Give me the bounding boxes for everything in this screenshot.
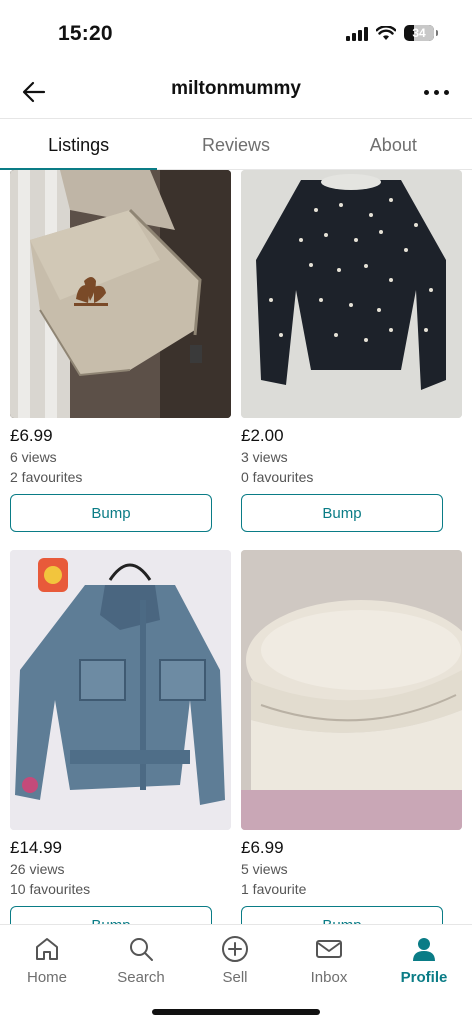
- nav-inbox-label: Inbox: [310, 969, 348, 986]
- listing-image-cap[interactable]: [241, 550, 462, 830]
- app-header: miltonmummy: [0, 66, 472, 118]
- more-dots-icon: [423, 89, 429, 95]
- listing-price: £6.99: [10, 426, 53, 445]
- bump-button[interactable]: Bump: [241, 906, 443, 924]
- nav-sell-label: Sell: [222, 969, 248, 986]
- more-options-button[interactable]: [418, 74, 454, 110]
- profile-icon: [413, 938, 435, 961]
- tab-about[interactable]: About: [315, 119, 472, 169]
- status-bar: 15:20 34: [0, 0, 472, 66]
- nav-profile-label: Profile: [400, 969, 448, 986]
- listing-favourites: 2 favourites: [10, 469, 83, 485]
- nav-profile[interactable]: Profile: [384, 933, 464, 986]
- listing-card[interactable]: £2.00 3 views 0 favourites Bump: [241, 170, 462, 532]
- bump-button[interactable]: Bump: [10, 906, 212, 924]
- tab-reviews[interactable]: Reviews: [157, 119, 314, 169]
- nav-search-label: Search: [117, 969, 165, 986]
- bump-button[interactable]: Bump: [241, 494, 443, 532]
- nav-sell[interactable]: Sell: [195, 933, 275, 986]
- listing-price: £6.99: [241, 838, 284, 857]
- battery-level: 34: [412, 26, 426, 40]
- nav-inbox[interactable]: Inbox: [289, 933, 369, 986]
- listing-image-bum-bag[interactable]: [10, 170, 231, 418]
- listing-views: 6 views: [10, 449, 57, 465]
- status-time: 15:20: [58, 22, 113, 45]
- listing-price: £2.00: [241, 426, 284, 445]
- listing-price: £14.99: [10, 838, 62, 857]
- bump-button[interactable]: Bump: [10, 494, 212, 532]
- listing-favourites: 0 favourites: [241, 469, 314, 485]
- nav-home[interactable]: Home: [7, 933, 87, 986]
- home-icon: [36, 938, 58, 960]
- status-icons: 34: [346, 25, 438, 41]
- nav-home-label: Home: [26, 969, 67, 986]
- listing-card[interactable]: £6.99 6 views 2 favourites Bump: [10, 170, 231, 532]
- page-title: miltonmummy: [171, 78, 301, 99]
- home-indicator[interactable]: [152, 1009, 320, 1015]
- listings-grid: £6.99 6 views 2 favourites Bump £2.00 3 …: [0, 170, 472, 924]
- listing-favourites: 10 favourites: [10, 881, 91, 897]
- listing-views: 26 views: [10, 861, 65, 877]
- bottom-navigation: Home Search Sell Inbox Profile: [0, 924, 472, 1024]
- plus-circle-icon: [222, 936, 248, 962]
- tab-listings[interactable]: Listings: [0, 119, 158, 170]
- listing-card[interactable]: £14.99 26 views 10 favourites Bump: [10, 550, 231, 924]
- listing-favourites: 1 favourite: [241, 881, 307, 897]
- search-icon: [130, 938, 153, 961]
- listing-image-jumper[interactable]: [241, 170, 462, 418]
- mail-icon: [316, 940, 342, 958]
- listing-image-denim-jacket[interactable]: [10, 550, 231, 830]
- listing-card[interactable]: £6.99 5 views 1 favourite Bump: [241, 550, 462, 924]
- profile-tabs: Listings Reviews About: [0, 118, 472, 170]
- listing-views: 5 views: [241, 861, 288, 877]
- listing-views: 3 views: [241, 449, 288, 465]
- cellular-signal-icon: [346, 26, 368, 41]
- wifi-icon: [376, 25, 396, 40]
- nav-search[interactable]: Search: [101, 933, 181, 986]
- battery-icon: 34: [404, 25, 438, 41]
